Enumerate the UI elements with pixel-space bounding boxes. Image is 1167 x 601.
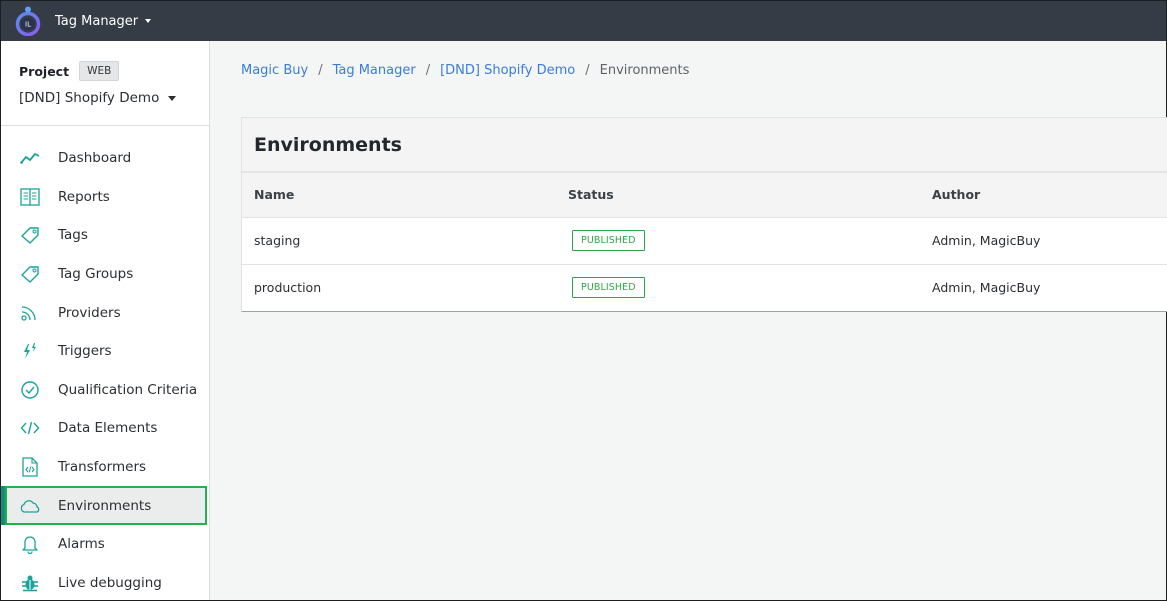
sidebar-item-dashboard[interactable]: Dashboard (1, 139, 209, 178)
project-name: [DND] Shopify Demo (19, 90, 160, 106)
book-icon (19, 186, 41, 208)
sidebar-item-triggers[interactable]: Triggers (1, 332, 209, 371)
breadcrumb: Magic Buy / Tag Manager / [DND] Shopify … (241, 63, 689, 78)
caret-down-icon (145, 19, 152, 23)
sidebar-item-environments[interactable]: Environments (1, 486, 207, 525)
table-header-row: Name Status Author (242, 173, 1167, 218)
bell-icon (19, 533, 41, 555)
top-bar: IL Tag Manager (1, 1, 1166, 41)
sidebar-item-label: Reports (58, 188, 110, 205)
check-circle-icon (19, 379, 41, 401)
sidebar-item-label: Transformers (58, 459, 147, 476)
app-logo-icon[interactable]: IL (15, 6, 41, 36)
lightning-icon (19, 340, 41, 362)
table-row[interactable]: production PUBLISHED Admin, MagicBuy (242, 264, 1167, 311)
signal-icon (19, 302, 41, 324)
caret-down-icon (168, 95, 177, 101)
environments-table: Name Status Author staging PUBLISHED Adm… (242, 173, 1167, 311)
bug-icon (19, 572, 41, 594)
status-badge: PUBLISHED (572, 277, 645, 299)
author-cell: Admin, MagicBuy (920, 264, 1167, 311)
sidebar-item-label: Tags (58, 227, 88, 244)
sidebar-item-label: Qualification Criteria (58, 381, 198, 398)
status-cell: PUBLISHED (556, 217, 920, 265)
tag-icon (19, 224, 41, 246)
sidebar-item-label: Tag Groups (58, 266, 134, 283)
app-title: Tag Manager (55, 13, 139, 29)
trend-line-icon (19, 147, 41, 169)
sidebar-item-reports[interactable]: Reports (1, 178, 209, 217)
code-icon (19, 417, 41, 439)
cloud-icon (19, 495, 41, 517)
app-switcher[interactable]: Tag Manager (55, 13, 152, 29)
sidebar-item-label: Providers (58, 304, 121, 321)
project-label: Project (19, 63, 70, 79)
sidebar-item-live-debugging[interactable]: Live debugging (1, 564, 209, 601)
breadcrumb-tag-manager[interactable]: Tag Manager (333, 63, 416, 78)
page-title: Environments (242, 118, 1167, 173)
breadcrumb-project[interactable]: [DND] Shopify Demo (440, 63, 575, 78)
breadcrumb-current: Environments (599, 63, 690, 78)
status-cell: PUBLISHED (556, 264, 920, 311)
column-header-name[interactable]: Name (242, 173, 556, 218)
tag-icon (19, 263, 41, 285)
sidebar-item-label: Dashboard (58, 150, 132, 167)
breadcrumb-separator: / (585, 63, 590, 78)
breadcrumb-separator: / (425, 63, 431, 78)
sidebar-item-data-elements[interactable]: Data Elements (1, 409, 209, 448)
breadcrumb-magic-buy[interactable]: Magic Buy (241, 63, 308, 78)
column-header-author[interactable]: Author (920, 173, 1167, 218)
environment-name[interactable]: production (242, 264, 556, 311)
sidebar-item-qualification-criteria[interactable]: Qualification Criteria (1, 371, 209, 410)
sidebar-item-tags[interactable]: Tags (1, 216, 209, 255)
environments-card: Environments Name Status Author staging … (241, 117, 1167, 312)
sidebar-item-label: Environments (58, 497, 152, 514)
project-dropdown[interactable]: [DND] Shopify Demo (19, 90, 191, 106)
sidebar-item-tag-groups[interactable]: Tag Groups (1, 255, 209, 294)
sidebar-item-transformers[interactable]: Transformers (1, 448, 209, 487)
sidebar-item-alarms[interactable]: Alarms (1, 525, 209, 564)
sidebar-item-label: Alarms (58, 536, 105, 553)
author-cell: Admin, MagicBuy (920, 217, 1167, 265)
table-row[interactable]: staging PUBLISHED Admin, MagicBuy (242, 217, 1167, 265)
sidebar-nav: Dashboard Reports Tags Tag Groups Provid… (1, 126, 209, 601)
environment-name[interactable]: staging (242, 217, 556, 265)
sidebar-item-providers[interactable]: Providers (1, 293, 209, 332)
project-selector: Project WEB [DND] Shopify Demo (1, 41, 209, 126)
column-header-status[interactable]: Status (556, 173, 920, 218)
project-type-badge: WEB (79, 61, 120, 81)
status-badge: PUBLISHED (572, 230, 645, 251)
breadcrumb-separator: / (318, 63, 323, 78)
sidebar-item-label: Data Elements (58, 420, 158, 437)
sidebar-item-label: Live debugging (58, 574, 162, 591)
sidebar-item-label: Triggers (58, 343, 112, 360)
sidebar: Project WEB [DND] Shopify Demo Dashboard… (1, 41, 210, 600)
code-file-icon (19, 456, 41, 478)
svg-text:IL: IL (25, 21, 31, 29)
main-content: Magic Buy / Tag Manager / [DND] Shopify … (211, 41, 1167, 600)
